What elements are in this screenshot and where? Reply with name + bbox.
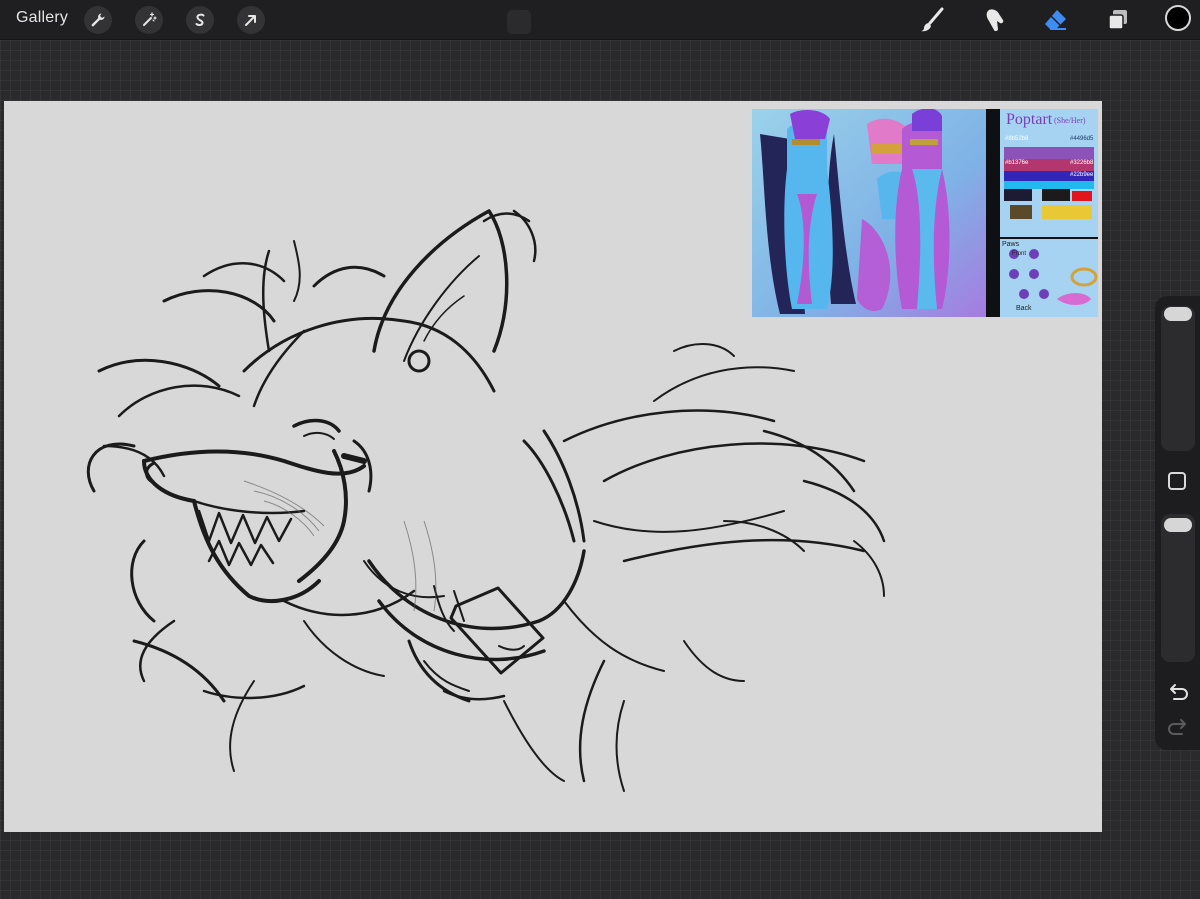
smudge-icon — [986, 9, 1004, 32]
opacity-slider-thumb[interactable] — [1164, 518, 1192, 532]
brush-tool[interactable] — [917, 5, 947, 35]
transform-button[interactable] — [237, 6, 265, 34]
top-toolbar: Gallery — [0, 0, 1200, 40]
hex-code-2: #4496d5 — [1070, 136, 1094, 142]
reference-sheet-image[interactable]: Poptart (She/Her) #8b52b8 #4496d5 #b1376… — [752, 109, 1098, 317]
hex-code-5: #22b9ee — [1070, 172, 1094, 178]
redo-arrow-icon — [1168, 719, 1186, 735]
arrow-cursor-icon — [245, 15, 256, 26]
wrench-icon — [91, 13, 105, 27]
actions-button[interactable] — [84, 6, 112, 34]
selection-button[interactable] — [186, 6, 214, 34]
quick-menu-handle[interactable] — [507, 10, 531, 34]
brush-size-slider[interactable] — [1161, 306, 1195, 451]
drawing-canvas[interactable]: Poptart (She/Her) #8b52b8 #4496d5 #b1376… — [4, 101, 1102, 832]
back-label: Back — [1016, 305, 1032, 312]
modify-button[interactable] — [1168, 472, 1186, 490]
reference-title: Poptart — [1006, 111, 1053, 128]
smudge-tool[interactable] — [979, 5, 1009, 35]
magic-wand-icon — [143, 12, 157, 26]
hex-code-4: #3226b8 — [1070, 160, 1094, 166]
brush-size-slider-thumb[interactable] — [1164, 307, 1192, 321]
color-picker-swatch[interactable] — [1165, 5, 1191, 31]
undo-button[interactable] — [1166, 681, 1190, 703]
hex-code-1: #8b52b8 — [1005, 136, 1029, 142]
redo-button[interactable] — [1166, 716, 1190, 738]
eraser-tool[interactable] — [1041, 5, 1071, 35]
eraser-icon — [1045, 10, 1066, 30]
layers-icon — [1108, 10, 1127, 30]
reference-sheet-art — [752, 109, 1098, 317]
paws-label: Paws — [1002, 241, 1020, 248]
gallery-button[interactable]: Gallery — [16, 9, 68, 27]
reference-pronouns: (She/Her) — [1054, 116, 1086, 125]
selection-s-icon — [195, 13, 205, 27]
undo-arrow-icon — [1170, 684, 1188, 700]
side-toolbar — [1155, 296, 1200, 750]
adjustments-button[interactable] — [135, 6, 163, 34]
front-label: Front — [1012, 251, 1027, 257]
opacity-slider[interactable] — [1161, 514, 1195, 662]
brush-icon — [921, 7, 944, 32]
hex-code-3: #b1376e — [1005, 160, 1029, 166]
layers-button[interactable] — [1103, 5, 1133, 35]
